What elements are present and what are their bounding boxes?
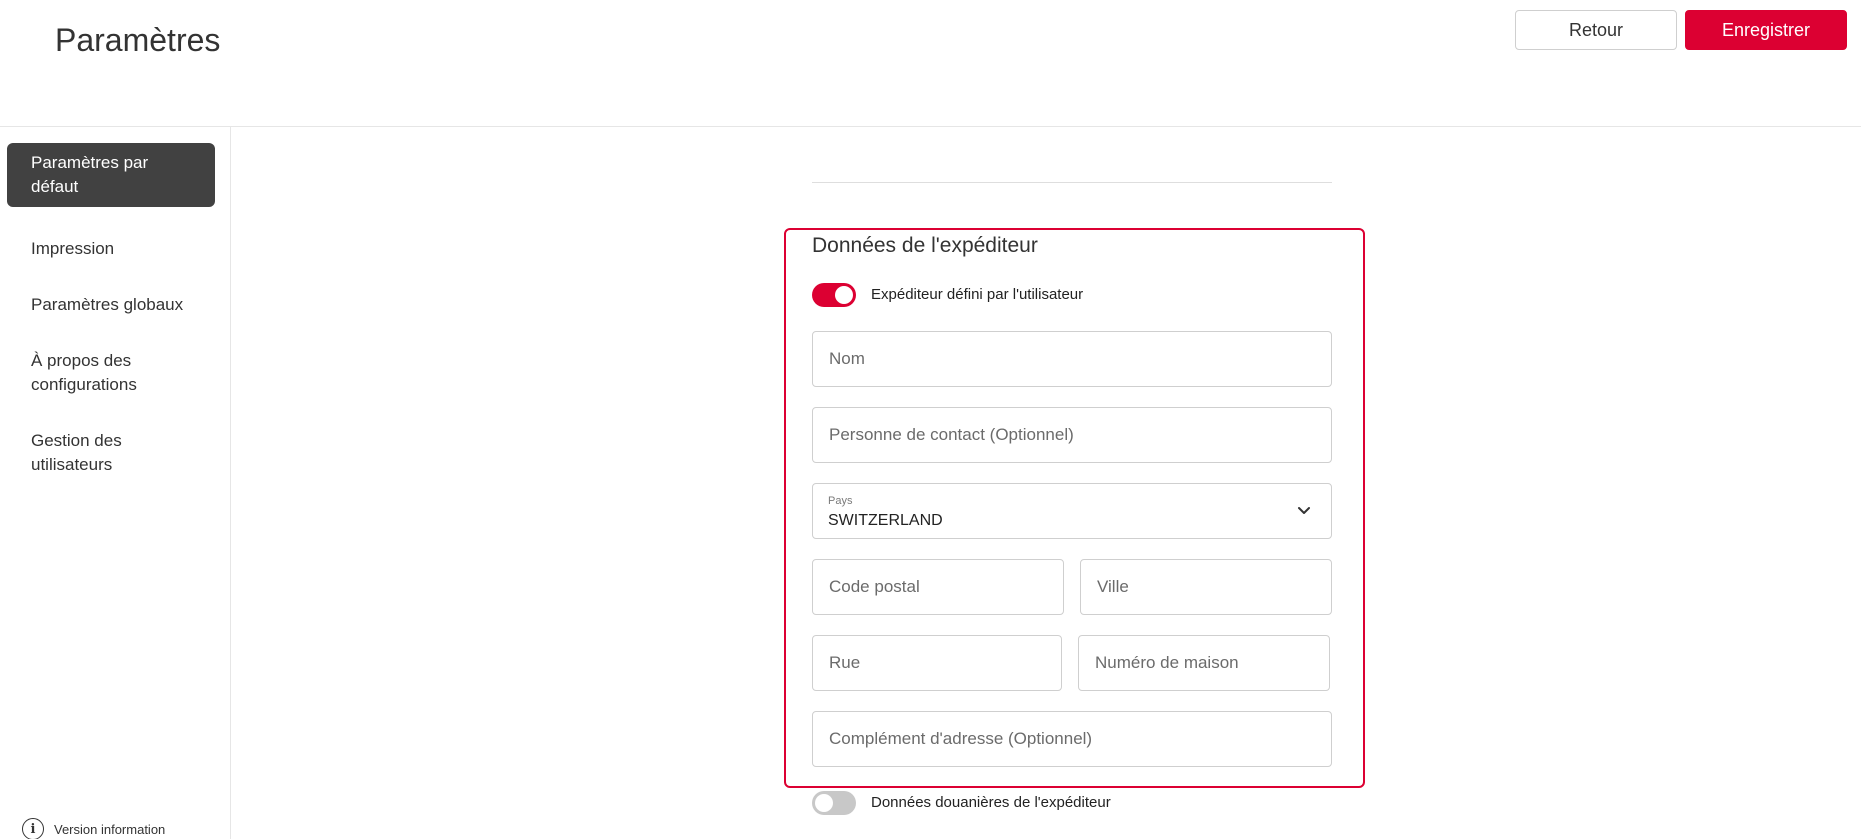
section-divider xyxy=(812,182,1332,183)
back-button[interactable]: Retour xyxy=(1515,10,1677,50)
name-input[interactable] xyxy=(813,332,1331,386)
page-title: Paramètres xyxy=(55,22,221,58)
contact-person-input[interactable] xyxy=(813,408,1331,462)
address-complement-input[interactable] xyxy=(813,712,1331,766)
sidebar-item-about-configurations[interactable]: À propos des configurations xyxy=(7,341,215,405)
city-field[interactable] xyxy=(1080,559,1332,615)
street-input[interactable] xyxy=(813,636,1061,690)
save-button[interactable]: Enregistrer xyxy=(1685,10,1847,50)
postal-code-input[interactable] xyxy=(813,560,1063,614)
sidebar-item-user-management[interactable]: Gestion des utilisateurs xyxy=(7,421,215,485)
sidebar: Paramètres par défaut Impression Paramèt… xyxy=(0,127,231,839)
postal-code-field[interactable] xyxy=(812,559,1064,615)
chevron-down-icon xyxy=(1298,507,1310,514)
country-select-value: SWITZERLAND xyxy=(828,512,943,529)
user-defined-sender-label: Expéditeur défini par l'utilisateur xyxy=(871,286,1084,303)
address-complement-field[interactable] xyxy=(812,711,1332,767)
toggle-knob xyxy=(815,794,833,812)
house-number-input[interactable] xyxy=(1079,636,1329,690)
sender-customs-label: Données douanières de l'expéditeur xyxy=(871,794,1111,811)
sender-customs-toggle[interactable] xyxy=(812,791,856,815)
name-field[interactable] xyxy=(812,331,1332,387)
contact-person-field[interactable] xyxy=(812,407,1332,463)
house-number-field[interactable] xyxy=(1078,635,1330,691)
sidebar-item-printing[interactable]: Impression xyxy=(7,229,215,269)
street-field[interactable] xyxy=(812,635,1062,691)
settings-page: Paramètres Retour Enregistrer Paramètres… xyxy=(0,0,1861,839)
country-select[interactable]: Pays SWITZERLAND xyxy=(812,483,1332,539)
header: Paramètres Retour Enregistrer xyxy=(0,0,1861,127)
city-input[interactable] xyxy=(1081,560,1331,614)
sidebar-item-global-settings[interactable]: Paramètres globaux xyxy=(7,285,215,325)
version-information-label: Version information xyxy=(54,821,166,837)
version-information-link[interactable]: i Version information xyxy=(22,818,165,839)
country-select-label: Pays xyxy=(828,495,853,507)
user-defined-sender-toggle[interactable] xyxy=(812,283,856,307)
sender-section-title: Données de l'expéditeur xyxy=(812,234,1038,257)
info-icon: i xyxy=(22,818,44,839)
sidebar-item-default-settings[interactable]: Paramètres par défaut xyxy=(7,143,215,207)
toggle-knob xyxy=(835,286,853,304)
